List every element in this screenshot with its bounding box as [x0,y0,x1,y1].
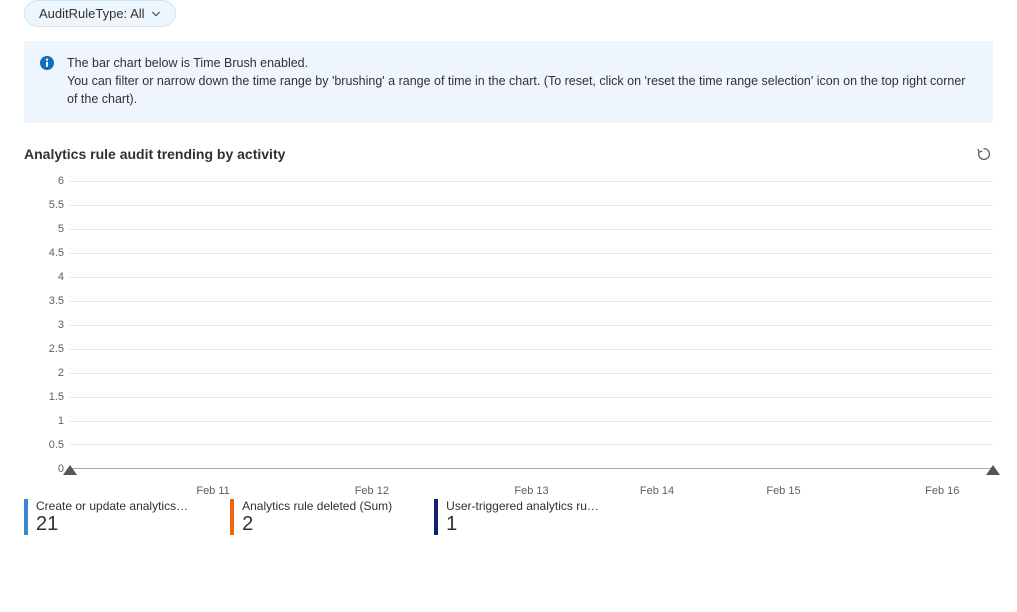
bar-slot[interactable] [112,181,154,468]
y-tick-label: 0.5 [24,439,64,451]
y-tick-label: 3 [24,319,64,331]
y-tick-label: 1 [24,415,64,427]
x-tick-label: Feb 15 [766,485,800,497]
x-tick-label: Feb 14 [640,485,674,497]
legend-swatch [24,499,28,535]
x-tick-label: Feb 11 [196,485,229,497]
bar-slot[interactable] [280,181,322,468]
legend-text: Create or update analytics…21 [36,499,188,535]
legend-label: User-triggered analytics ru… [446,499,599,513]
x-tick-label: Feb 13 [514,485,548,497]
bar-slot[interactable] [490,181,532,468]
bar-slot[interactable] [951,181,993,468]
filter-label-text: AuditRuleType: [39,6,127,21]
bar-slot[interactable] [699,181,741,468]
y-tick-label: 6 [24,175,64,187]
bar-slot[interactable] [531,181,573,468]
legend-value: 21 [36,513,188,535]
y-tick-label: 5.5 [24,199,64,211]
legend-label: Create or update analytics… [36,499,188,513]
reset-time-range-icon[interactable] [975,145,993,163]
x-tick-label: Feb 12 [355,485,389,497]
bar-slot[interactable] [448,181,490,468]
y-tick-label: 4.5 [24,247,64,259]
legend-item[interactable]: Analytics rule deleted (Sum)2 [230,499,392,535]
y-tick-label: 3.5 [24,295,64,307]
filter-value: All [130,6,144,21]
bar-slot[interactable] [825,181,867,468]
chart-title: Analytics rule audit trending by activit… [24,146,285,162]
x-tick-label: Feb 16 [925,485,959,497]
info-message-line1: The bar chart below is Time Brush enable… [67,56,308,70]
legend-label: Analytics rule deleted (Sum) [242,499,392,513]
legend-swatch [230,499,234,535]
bar-slot[interactable] [406,181,448,468]
y-tick-label: 2 [24,367,64,379]
x-axis: Feb 11 Feb 12 Feb 13 Feb 14 Feb 15 Feb 16 [70,471,993,497]
legend-item[interactable]: Create or update analytics…21 [24,499,188,535]
bar-slot[interactable] [322,181,364,468]
plot-area[interactable] [70,181,993,469]
bar-slot[interactable] [783,181,825,468]
brush-handle-left[interactable] [63,465,77,475]
bar-slot[interactable] [154,181,196,468]
legend-swatch [434,499,438,535]
y-axis: 00.511.522.533.544.555.56 [24,181,64,469]
bar-slot[interactable] [867,181,909,468]
info-message-line2: You can filter or narrow down the time r… [67,74,965,106]
filter-label: AuditRuleType: All [39,6,145,21]
chevron-down-icon [151,9,161,19]
y-tick-label: 5 [24,223,64,235]
bars-container [70,181,993,468]
legend-item[interactable]: User-triggered analytics ru…1 [434,499,599,535]
info-icon [39,55,55,71]
bar-slot[interactable] [364,181,406,468]
bar-slot[interactable] [909,181,951,468]
filter-pill[interactable]: AuditRuleType: All [24,0,176,27]
bar-slot[interactable] [741,181,783,468]
bar-slot[interactable] [196,181,238,468]
y-tick-label: 2.5 [24,343,64,355]
legend-text: User-triggered analytics ru…1 [446,499,599,535]
y-tick-label: 1.5 [24,391,64,403]
info-message: The bar chart below is Time Brush enable… [67,54,978,108]
y-tick-label: 0 [24,463,64,475]
bar-slot[interactable] [615,181,657,468]
chart-area[interactable]: 00.511.522.533.544.555.56 Feb 11Feb 12Fe… [24,167,993,497]
legend-text: Analytics rule deleted (Sum)2 [242,499,392,535]
chart-header: Analytics rule audit trending by activit… [0,145,1017,163]
legend-value: 2 [242,513,392,535]
legend-value: 1 [446,513,599,535]
info-banner: The bar chart below is Time Brush enable… [24,41,993,123]
y-tick-label: 4 [24,271,64,283]
bar-slot[interactable] [657,181,699,468]
bar-slot[interactable] [70,181,112,468]
bar-slot[interactable] [238,181,280,468]
legend: Create or update analytics…21Analytics r… [0,497,1017,547]
bar-slot[interactable] [573,181,615,468]
brush-handle-right[interactable] [986,465,1000,475]
